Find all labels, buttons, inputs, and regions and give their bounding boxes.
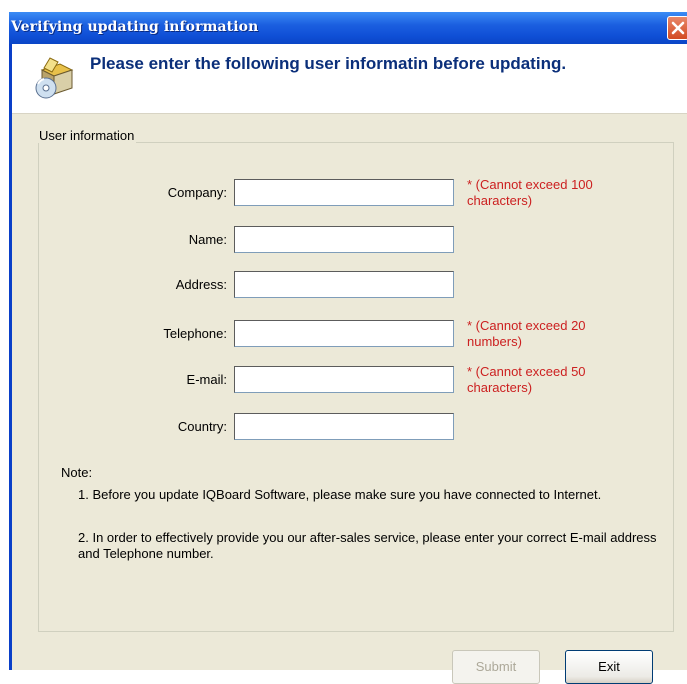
company-field[interactable] — [234, 179, 454, 206]
address-label: Address: — [175, 277, 227, 292]
dialog-window: Verifying updating information Please en… — [9, 12, 687, 684]
country-label: Country: — [177, 419, 227, 434]
note-item: 1. Before you update IQBoard Software, p… — [78, 487, 602, 502]
telephone-hint: * (Cannot exceed 20 numbers) — [467, 318, 586, 349]
name-label: Name: — [188, 232, 227, 247]
email-field[interactable] — [234, 366, 454, 393]
email-hint: * (Cannot exceed 50 characters) — [467, 364, 586, 395]
close-icon — [671, 21, 685, 35]
company-hint: * (Cannot exceed 100 characters) — [467, 177, 593, 208]
setup-box-cd-icon — [35, 57, 74, 99]
dialog-body: Please enter the following user informat… — [12, 44, 687, 684]
name-field[interactable] — [234, 226, 454, 253]
note-item: 2. In order to effectively provide you o… — [78, 530, 657, 561]
telephone-field[interactable] — [234, 320, 454, 347]
country-field[interactable] — [234, 413, 454, 440]
note-title: Note: — [61, 465, 93, 480]
group-title: User information — [37, 128, 137, 143]
address-field[interactable] — [234, 271, 454, 298]
window-title: Verifying updating information — [11, 19, 259, 35]
email-label: E-mail: — [186, 372, 227, 387]
header-message: Please enter the following user informat… — [90, 54, 567, 73]
title-bar[interactable]: Verifying updating information — [9, 12, 687, 44]
header-banner: Please enter the following user informat… — [12, 44, 687, 114]
close-button[interactable] — [667, 16, 687, 40]
submit-button[interactable]: Submit — [452, 650, 540, 684]
exit-button[interactable]: Exit — [565, 650, 653, 684]
telephone-label: Telephone: — [163, 326, 227, 341]
company-label: Company: — [167, 185, 227, 200]
